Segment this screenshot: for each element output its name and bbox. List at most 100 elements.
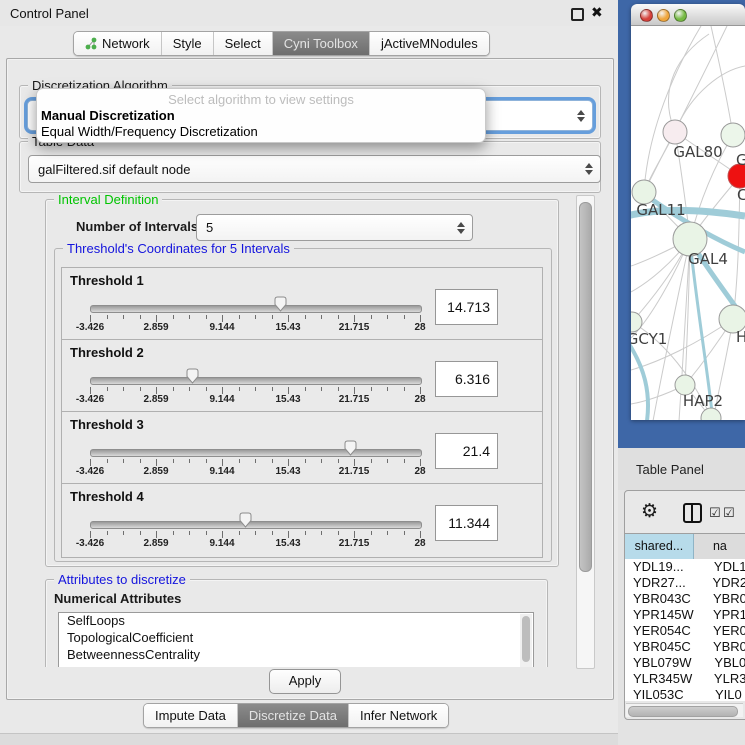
tab-impute-data[interactable]: Impute Data: [144, 704, 238, 727]
tab-discretize-data[interactable]: Discretize Data: [238, 704, 349, 727]
gear-icon[interactable]: ⚙: [641, 500, 658, 523]
numerical-attributes-list[interactable]: SelfLoopsTopologicalCoefficientBetweenne…: [58, 612, 534, 667]
window-minimize-button[interactable]: [657, 9, 670, 22]
attributes-scrollbar-thumb[interactable]: [522, 616, 530, 662]
threshold-value-field[interactable]: 6.316: [435, 361, 498, 397]
slider-tick: [189, 459, 190, 463]
slider-tick: [321, 531, 322, 535]
float-window-icon[interactable]: [571, 8, 584, 21]
attribute-item-betweennesscentrality[interactable]: BetweennessCentrality: [59, 647, 533, 664]
algorithm-option-manual-discretization[interactable]: Manual Discretization: [41, 108, 175, 123]
table-row[interactable]: YER054CYER0: [625, 623, 745, 639]
table-row[interactable]: YBR045CYBR0: [625, 639, 745, 655]
threshold-value-field[interactable]: 21.4: [435, 433, 498, 469]
number-of-intervals-select[interactable]: 5: [196, 214, 473, 241]
tab-select[interactable]: Select: [214, 32, 273, 55]
slider-tick: [156, 459, 157, 466]
slider-handle[interactable]: [238, 511, 253, 529]
algorithm-option-equal-width-frequency-discretization[interactable]: Equal Width/Frequency Discretization: [41, 124, 258, 139]
checkbox-icon[interactable]: ☑: [709, 505, 721, 521]
table-hscrollbar-thumb[interactable]: [628, 706, 738, 717]
slider-tick: [239, 531, 240, 535]
slider-tick: [156, 531, 157, 538]
apply-button[interactable]: Apply: [269, 669, 341, 694]
network-edge[interactable]: [669, 34, 710, 132]
threshold-panel-3: Threshold 3-3.4262.8599.14415.4321.71528…: [61, 411, 543, 486]
slider-tick-label: 2.859: [131, 322, 181, 333]
tab-network[interactable]: Network: [74, 32, 162, 55]
network-node-label: HAP2: [683, 392, 723, 410]
table-row[interactable]: YPR145WYPR1: [625, 607, 745, 623]
attributes-group-title: Attributes to discretize: [54, 572, 190, 587]
slider-handle[interactable]: [343, 439, 358, 457]
network-edge[interactable]: [644, 26, 701, 192]
table-cell: YER054C: [625, 623, 707, 639]
table-column-header[interactable]: shared...: [625, 534, 694, 559]
network-view-window[interactable]: GAL80GACGAL11GAL4GCY1HHAP2: [631, 4, 745, 420]
slider-tick-label: 21.715: [329, 466, 379, 477]
slider-tick: [90, 531, 91, 538]
window-zoom-button[interactable]: [674, 9, 687, 22]
table-row[interactable]: YBR043CYBR0: [625, 591, 745, 607]
slider-track[interactable]: [90, 521, 422, 529]
table-horizontal-scrollbar[interactable]: [626, 703, 743, 717]
slider-handle[interactable]: [273, 295, 288, 313]
slider-tick-label: 21.715: [329, 322, 379, 333]
threshold-value-field[interactable]: 14.713: [435, 289, 498, 325]
slider-track[interactable]: [90, 305, 422, 313]
table-row[interactable]: YIL053CYIL0: [625, 687, 745, 701]
table-cell: YBR0: [707, 591, 745, 607]
slider-tick: [255, 459, 256, 463]
slider-handle[interactable]: [185, 367, 200, 385]
table-cell: YBR0: [707, 639, 745, 655]
thresholds-group-title: Threshold's Coordinates for 5 Intervals: [63, 241, 294, 256]
slider-tick-label: 2.859: [131, 538, 181, 549]
column-layout-icon[interactable]: [683, 503, 702, 523]
network-edge[interactable]: [675, 66, 745, 132]
network-node[interactable]: [631, 312, 642, 332]
slider-tick: [404, 387, 405, 391]
settings-scrollbar-thumb[interactable]: [579, 202, 592, 572]
slider-tick: [272, 387, 273, 391]
table-row[interactable]: YDL19...YDL1: [625, 559, 745, 575]
table-row[interactable]: YBL079WYBL0: [625, 655, 745, 671]
slider-tick: [404, 459, 405, 463]
threshold-value-field[interactable]: 11.344: [435, 505, 498, 541]
checkbox-icon[interactable]: ☑: [723, 505, 735, 521]
slider-tick: [107, 531, 108, 535]
network-edge[interactable]: [644, 26, 727, 192]
slider-tick-label: -3.426: [65, 466, 115, 477]
network-node-label: GAL4: [688, 250, 728, 268]
settings-vertical-scrollbar[interactable]: [576, 195, 595, 669]
slider-tick: [338, 387, 339, 391]
slider-tick: [255, 531, 256, 535]
table-column-header[interactable]: na: [694, 534, 745, 559]
network-node[interactable]: [721, 123, 745, 147]
slider-track[interactable]: [90, 449, 422, 457]
tab-jactivemnodules[interactable]: jActiveMNodules: [370, 32, 489, 55]
table-row[interactable]: YLR345WYLR3: [625, 671, 745, 687]
attributes-scrollbar[interactable]: [520, 614, 532, 667]
window-close-button[interactable]: [640, 9, 653, 22]
network-canvas[interactable]: GAL80GACGAL11GAL4GCY1HHAP2: [631, 26, 745, 420]
slider-tick: [222, 315, 223, 322]
slider-tick: [321, 459, 322, 463]
table-data-select[interactable]: galFiltered.sif default node: [28, 155, 601, 183]
close-icon[interactable]: ✖: [591, 4, 603, 21]
table-cell: YBL079W: [625, 655, 708, 671]
tab-infer-network[interactable]: Infer Network: [349, 704, 448, 727]
network-node[interactable]: [663, 120, 687, 144]
slider-track[interactable]: [90, 377, 422, 385]
numerical-attributes-items: SelfLoopsTopologicalCoefficientBetweenne…: [59, 613, 533, 664]
slider-tick: [338, 315, 339, 319]
table-row[interactable]: YDR27...YDR2: [625, 575, 745, 591]
tab-style[interactable]: Style: [162, 32, 214, 55]
cyni-toolbox-panel: Discretization Algorithm Select algorith…: [6, 58, 614, 700]
attribute-item-selfloops[interactable]: SelfLoops: [59, 613, 533, 630]
network-edge-highlighted[interactable]: [631, 344, 648, 420]
table-header-row: shared...na: [625, 533, 745, 560]
tab-cyni-toolbox[interactable]: Cyni Toolbox: [273, 32, 370, 55]
slider-tick: [288, 531, 289, 538]
slider-tick: [206, 459, 207, 463]
attribute-item-topologicalcoefficient[interactable]: TopologicalCoefficient: [59, 630, 533, 647]
